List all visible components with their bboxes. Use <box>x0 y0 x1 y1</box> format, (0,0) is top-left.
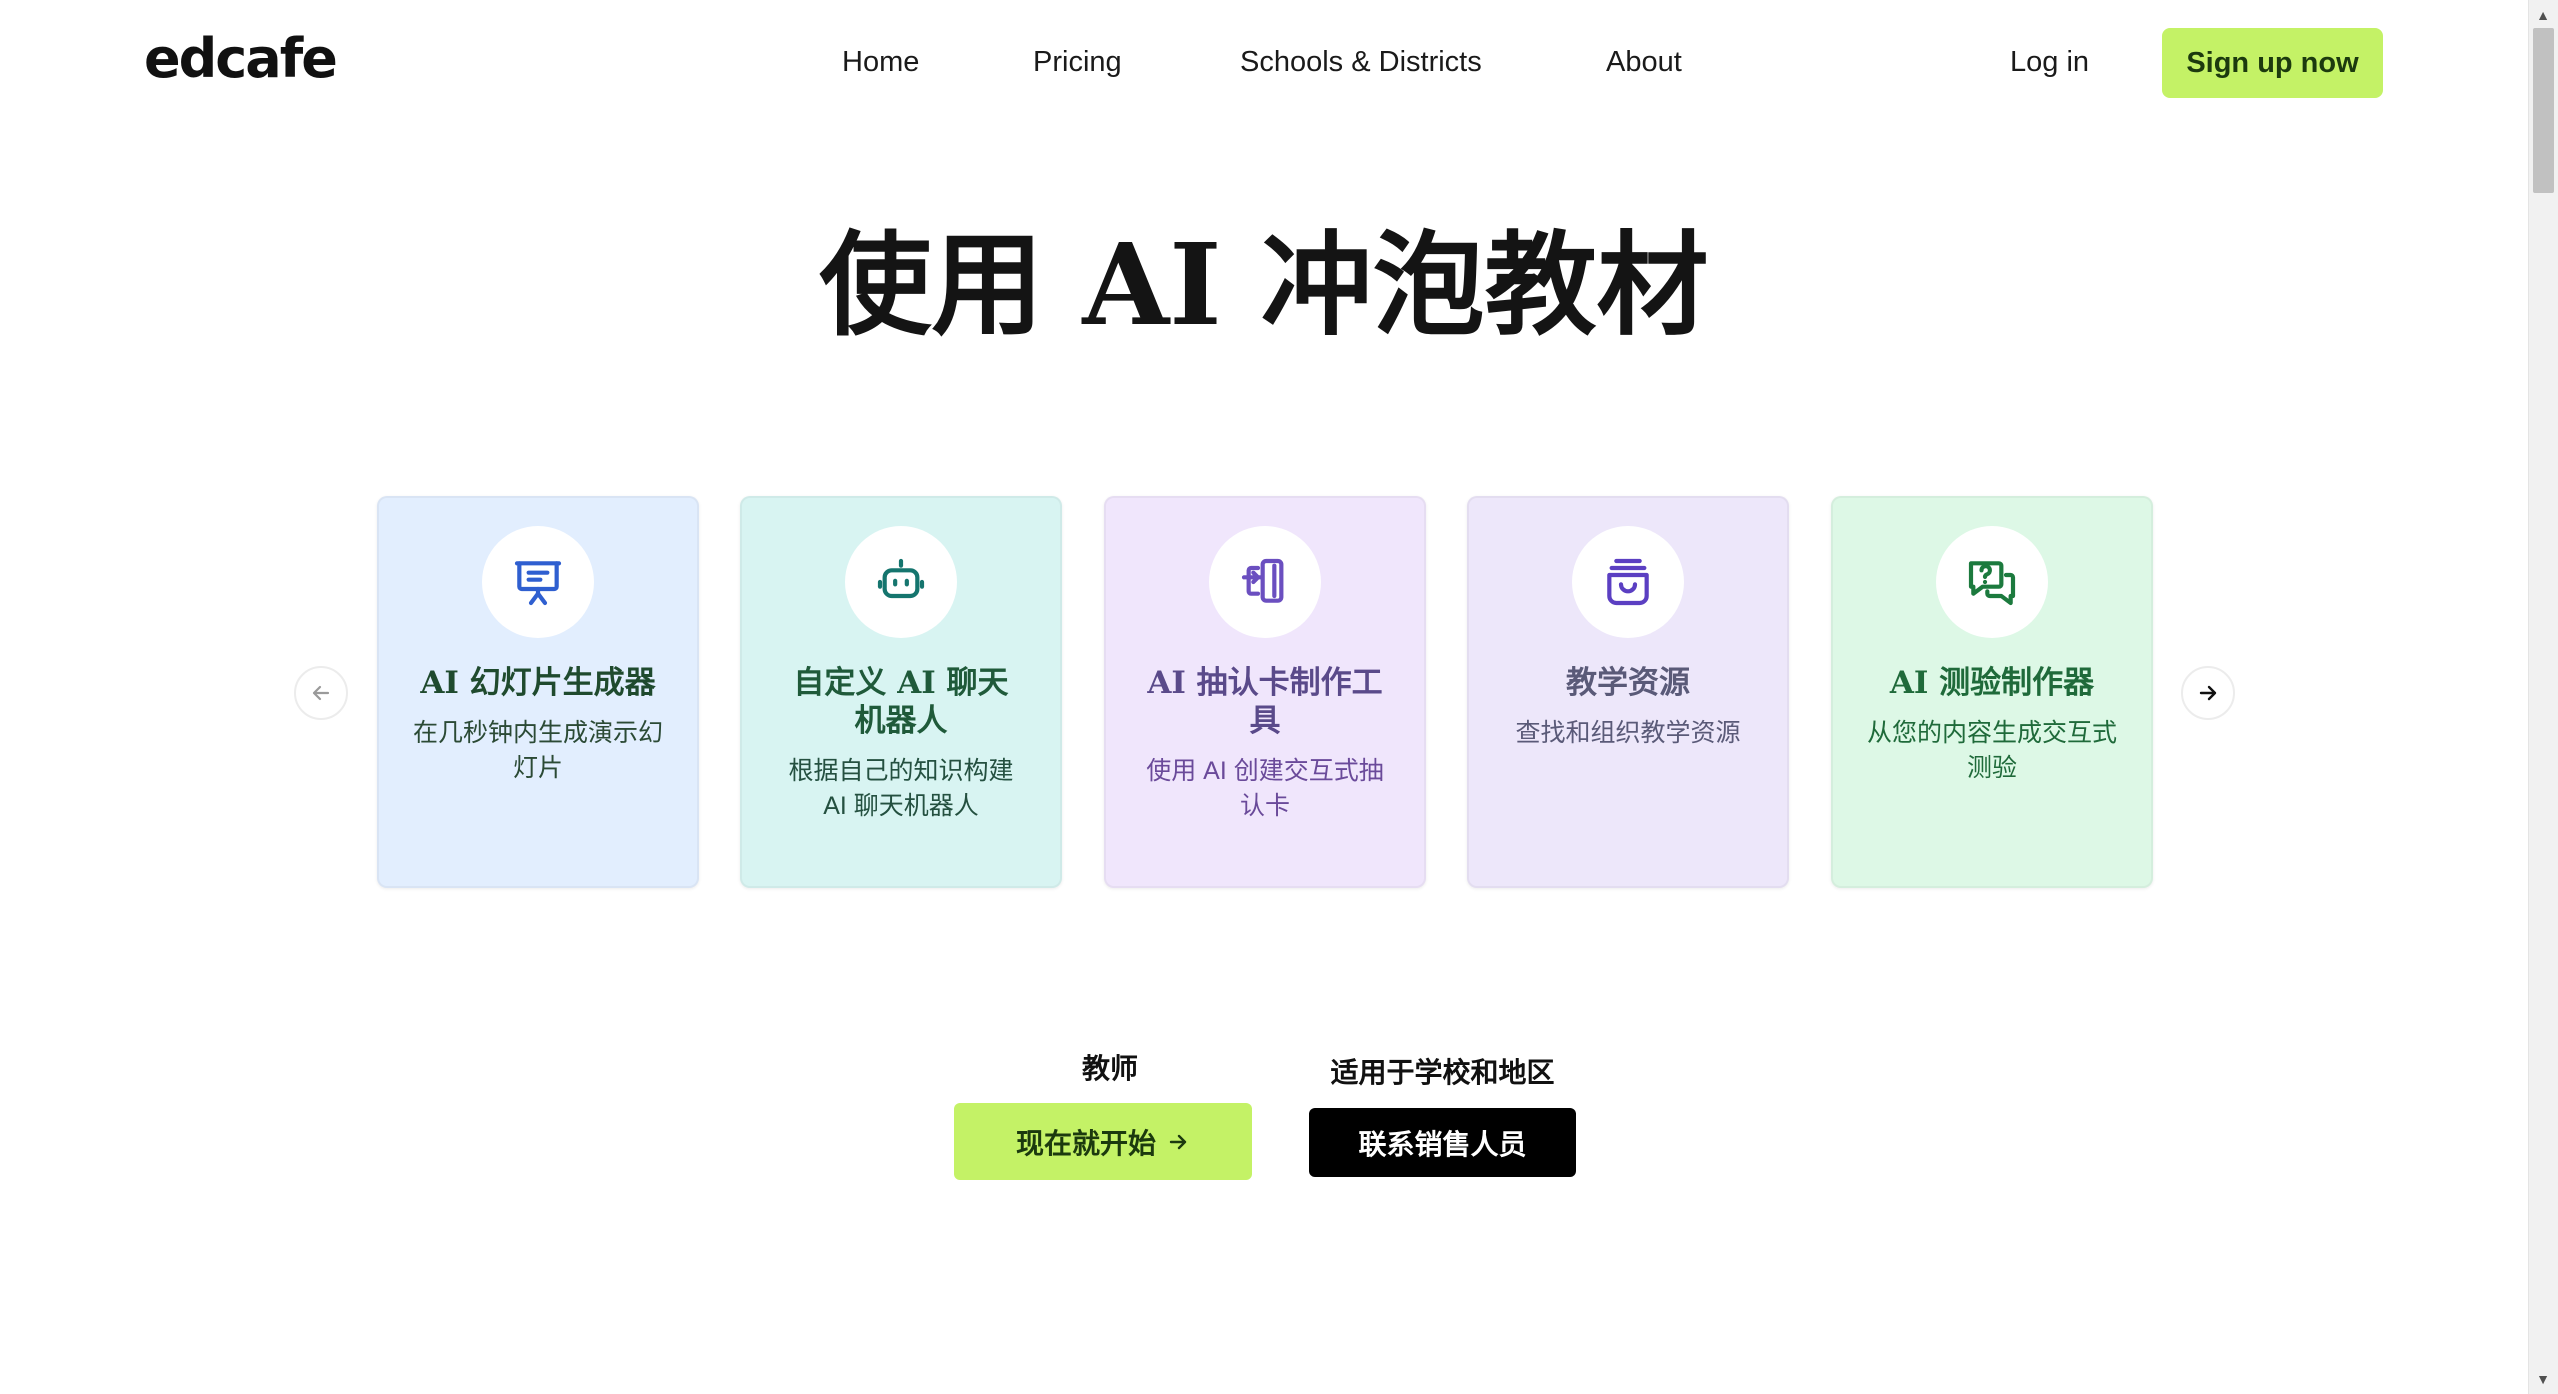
arrow-right-icon <box>1166 1130 1190 1154</box>
card-title: AI 抽认卡制作工具 <box>1142 664 1388 740</box>
card-ai-slides[interactable]: AI 幻灯片生成器 在几秒钟内生成演示幻灯片 <box>377 496 699 888</box>
get-started-button[interactable]: 现在就开始 <box>954 1103 1252 1180</box>
arrow-right-icon <box>2196 681 2220 705</box>
teacher-label: 教师 <box>954 1052 1266 1086</box>
card-title: 自定义 AI 聊天机器人 <box>778 664 1024 740</box>
card-icon-wrap <box>1936 526 2048 638</box>
quiz-chat-icon <box>1964 554 2020 610</box>
card-teaching-resources[interactable]: 教学资源 查找和组织教学资源 <box>1467 496 1789 888</box>
card-title: AI 幻灯片生成器 <box>415 664 661 702</box>
archive-icon <box>1600 554 1656 610</box>
card-description: 根据自己的知识构建 AI 聊天机器人 <box>776 754 1026 824</box>
scroll-up-icon[interactable]: ▲ <box>2528 2 2558 28</box>
get-started-label: 现在就开始 <box>1016 1122 1156 1162</box>
robot-icon <box>873 554 929 610</box>
card-icon-wrap <box>1572 526 1684 638</box>
nav-schools-districts[interactable]: Schools & Districts <box>1240 44 1482 80</box>
nav-about[interactable]: About <box>1606 44 1682 80</box>
card-description: 从您的内容生成交互式测验 <box>1867 716 2117 786</box>
signup-button[interactable]: Sign up now <box>2162 28 2383 98</box>
logo[interactable]: edcafe <box>144 30 336 88</box>
carousel-next-button[interactable] <box>2181 666 2235 720</box>
card-icon-wrap <box>1209 526 1321 638</box>
scroll-down-icon[interactable]: ▼ <box>2528 1366 2558 1392</box>
login-link[interactable]: Log in <box>2010 44 2089 80</box>
schools-label: 适用于学校和地区 <box>1309 1056 1576 1090</box>
nav-home[interactable]: Home <box>842 44 919 80</box>
card-icon-wrap <box>845 526 957 638</box>
card-description: 在几秒钟内生成演示幻灯片 <box>413 716 663 786</box>
hero-title: 使用 AI 冲泡教材 <box>0 216 2528 356</box>
card-ai-flashcards[interactable]: AI 抽认卡制作工具 使用 AI 创建交互式抽认卡 <box>1104 496 1426 888</box>
carousel-prev-button[interactable] <box>294 666 348 720</box>
arrow-left-icon <box>309 681 333 705</box>
card-description: 使用 AI 创建交互式抽认卡 <box>1140 754 1390 824</box>
scrollbar[interactable] <box>2528 0 2558 1394</box>
contact-sales-button[interactable]: 联系销售人员 <box>1309 1108 1576 1177</box>
card-custom-chatbot[interactable]: 自定义 AI 聊天机器人 根据自己的知识构建 AI 聊天机器人 <box>740 496 1062 888</box>
nav-pricing[interactable]: Pricing <box>1033 44 1122 80</box>
card-title: AI 测验制作器 <box>1869 664 2115 702</box>
flashcards-icon <box>1237 554 1293 610</box>
card-icon-wrap <box>482 526 594 638</box>
card-title: 教学资源 <box>1505 664 1751 702</box>
presentation-icon <box>510 554 566 610</box>
card-ai-quiz-maker[interactable]: AI 测验制作器 从您的内容生成交互式测验 <box>1831 496 2153 888</box>
card-description: 查找和组织教学资源 <box>1503 716 1753 751</box>
page: edcafe Home Pricing Schools & Districts … <box>0 0 2558 1394</box>
scrollbar-thumb[interactable] <box>2533 28 2554 193</box>
